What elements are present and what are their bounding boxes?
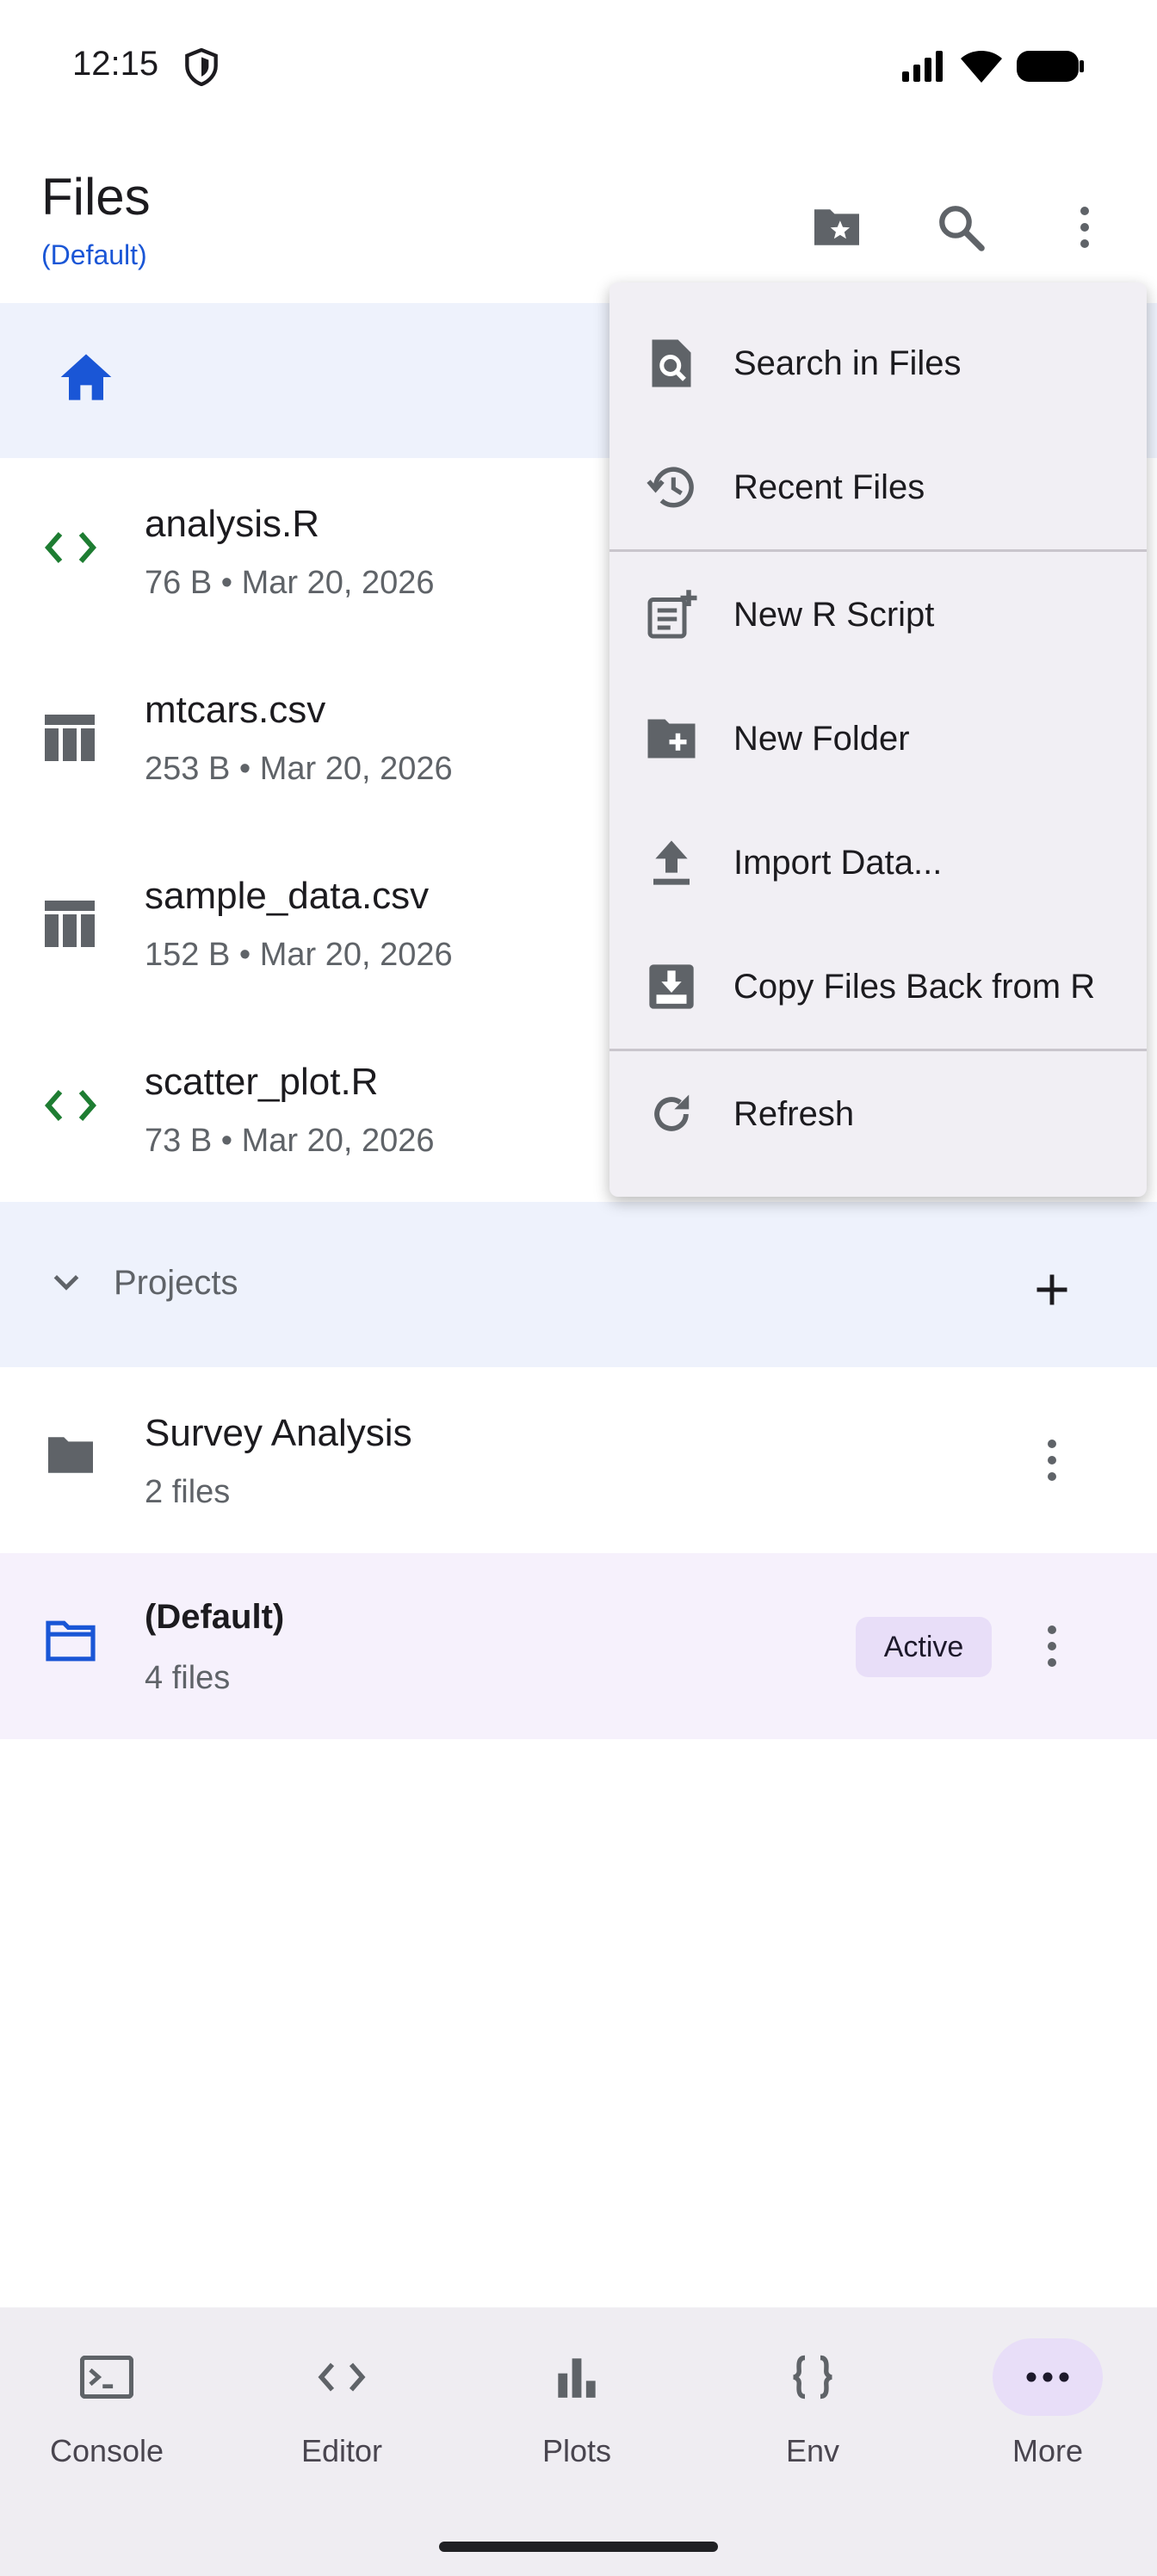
shield-icon (184, 48, 219, 86)
home-indicator[interactable] (439, 2542, 718, 2552)
braces-icon (758, 2338, 868, 2416)
file-meta: 76 B • Mar 20, 2026 (145, 565, 435, 601)
file-name: sample_data.csv (145, 875, 430, 917)
nav-editor[interactable]: Editor (247, 2338, 436, 2511)
project-meta: 4 files (145, 1660, 231, 1696)
add-project-icon[interactable] (1021, 1259, 1083, 1321)
projects-label: Projects (114, 1264, 238, 1302)
project-row-active[interactable]: (Default) 4 files Active (0, 1553, 1157, 1739)
menu-divider (609, 549, 1147, 552)
projects-section-header[interactable]: Projects (0, 1202, 1157, 1367)
project-subtitle: (Default) (41, 239, 147, 270)
nav-console[interactable]: Console (12, 2338, 201, 2511)
battery-icon (1016, 49, 1085, 84)
menu-item-label: Search in Files (733, 344, 962, 382)
menu-item-label: New R Script (733, 596, 935, 634)
menu-item-label: Recent Files (733, 468, 925, 506)
status-time: 12:15 (72, 45, 159, 83)
folder-icon (43, 1433, 98, 1477)
file-meta: 152 B • Mar 20, 2026 (145, 937, 453, 973)
file-meta: 253 B • Mar 20, 2026 (145, 751, 453, 787)
folder-open-icon (43, 1619, 98, 1663)
wifi-icon (959, 48, 1004, 84)
file-meta: 73 B • Mar 20, 2026 (145, 1123, 435, 1159)
menu-item-recent-files[interactable]: Recent Files (609, 425, 1147, 549)
menu-item-new-r-script[interactable]: New R Script (609, 553, 1147, 677)
project-meta: 2 files (145, 1474, 231, 1510)
table-icon (43, 899, 96, 949)
nav-label: Editor (300, 2433, 383, 2468)
nav-label: Env (785, 2433, 840, 2468)
top-app-bar: Files (Default) (0, 146, 1157, 301)
file-name: mtcars.csv (145, 689, 326, 731)
nav-plots[interactable]: Plots (482, 2338, 671, 2511)
bottom-navigation: Console Editor Plots Env More (0, 2307, 1157, 2576)
project-row[interactable]: Survey Analysis 2 files (0, 1367, 1157, 1553)
status-badge: Active (856, 1617, 992, 1677)
file-name: analysis.R (145, 503, 319, 545)
nav-env[interactable]: Env (718, 2338, 907, 2511)
signal-icon (900, 49, 947, 84)
table-icon (43, 713, 96, 763)
menu-item-copy-files-back[interactable]: Copy Files Back from R (609, 925, 1147, 1049)
more-horiz-icon (993, 2338, 1103, 2416)
menu-item-refresh[interactable]: Refresh (609, 1052, 1147, 1176)
project-name: (Default) (145, 1598, 285, 1636)
project-name: Survey Analysis (145, 1412, 412, 1454)
search-in-files-icon (646, 337, 697, 389)
menu-item-search-in-files[interactable]: Search in Files (609, 301, 1147, 425)
search-icon[interactable] (926, 193, 995, 262)
home-icon[interactable] (59, 351, 114, 403)
menu-item-import-data[interactable]: Import Data... (609, 801, 1147, 925)
folder-star-icon[interactable] (802, 193, 871, 262)
status-bar: 12:15 (0, 0, 1157, 129)
terminal-icon (52, 2338, 162, 2416)
code-icon (287, 2338, 397, 2416)
file-name: scatter_plot.R (145, 1061, 379, 1103)
upload-icon (646, 837, 697, 889)
menu-item-label: Refresh (733, 1095, 855, 1133)
new-script-icon (646, 589, 697, 641)
refresh-icon (646, 1088, 697, 1140)
history-icon (646, 461, 697, 513)
new-folder-icon (646, 713, 697, 765)
more-vert-icon[interactable] (1021, 1612, 1083, 1681)
chevron-down-icon[interactable] (50, 1266, 83, 1298)
menu-item-new-folder[interactable]: New Folder (609, 677, 1147, 801)
menu-item-label: Copy Files Back from R (733, 968, 1096, 1006)
nav-more[interactable]: More (953, 2338, 1142, 2511)
nav-label: Plots (541, 2433, 612, 2468)
more-vert-icon[interactable] (1021, 1426, 1083, 1495)
code-icon (43, 1085, 98, 1126)
page-title: Files (41, 168, 151, 226)
download-box-icon (646, 961, 697, 1012)
bar-chart-icon (522, 2338, 632, 2416)
menu-divider (609, 1049, 1147, 1051)
more-vert-icon[interactable] (1050, 193, 1119, 262)
menu-item-label: Import Data... (733, 844, 943, 882)
nav-label: More (1012, 2433, 1084, 2468)
menu-item-label: New Folder (733, 720, 910, 758)
nav-label: Console (49, 2433, 164, 2468)
code-icon (43, 527, 98, 568)
overflow-menu: Search in Files Recent Files New R Scrip… (609, 282, 1147, 1197)
